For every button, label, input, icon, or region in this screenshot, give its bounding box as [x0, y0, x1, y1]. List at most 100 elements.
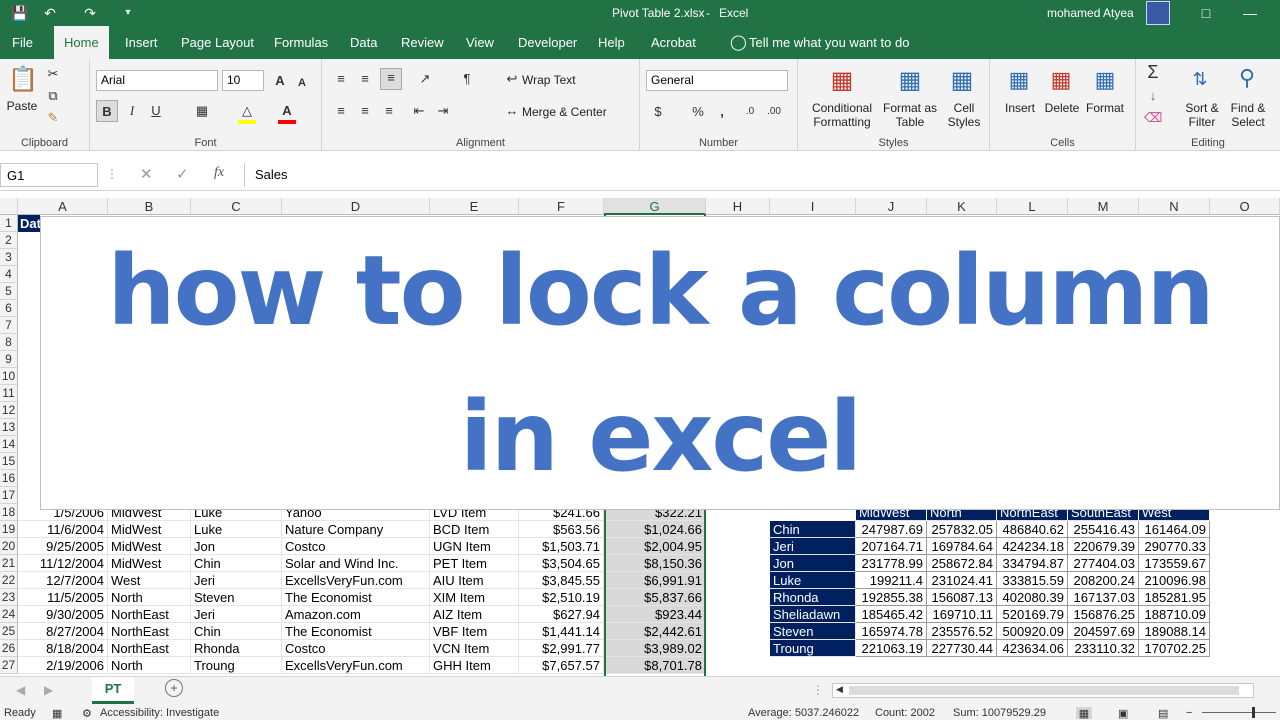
tab-insert[interactable]: Insert [115, 26, 168, 59]
pivot-value-cell[interactable]: 255416.43 [1068, 521, 1139, 538]
page-layout-view-icon[interactable]: ▣ [1118, 707, 1128, 720]
cell-a20[interactable]: 9/25/2005 [18, 538, 108, 555]
cell-e19[interactable]: BCD Item [430, 521, 519, 538]
pivot-value-cell[interactable]: 156876.25 [1068, 606, 1139, 623]
align-left-icon[interactable]: ≡ [332, 102, 350, 120]
pivot-value-cell[interactable]: 169784.64 [927, 538, 997, 555]
format-cells-icon[interactable]: ▦ [1090, 65, 1120, 95]
pivot-value-cell[interactable]: 173559.67 [1139, 555, 1210, 572]
ribbon-display-icon[interactable]: □ [1196, 3, 1216, 23]
clear-icon[interactable]: ⌫ [1144, 109, 1162, 127]
cell-a21[interactable]: 11/12/2004 [18, 555, 108, 572]
pivot-value-cell[interactable]: 277404.03 [1068, 555, 1139, 572]
pivot-value-cell[interactable]: 235576.52 [927, 623, 997, 640]
pivot-value-cell[interactable]: 199211.4 [856, 572, 927, 589]
pivot-value-cell[interactable]: 208200.24 [1068, 572, 1139, 589]
paste-icon[interactable]: 📋 [8, 65, 38, 95]
cell-f27[interactable]: $7,657.57 [519, 657, 604, 674]
pivot-value-cell[interactable]: 233110.32 [1068, 640, 1139, 657]
find-select-button[interactable]: Find & Select [1226, 101, 1270, 129]
shrink-font-icon[interactable]: A [294, 74, 310, 92]
avatar[interactable] [1146, 1, 1170, 25]
pivot-row-label[interactable]: Luke [770, 572, 856, 589]
conditional-formatting-button[interactable]: Conditional Formatting [808, 101, 876, 129]
row-header-16[interactable]: 16 [0, 470, 18, 487]
zoom-slider[interactable] [1202, 707, 1276, 718]
zoom-slider-thumb[interactable] [1252, 707, 1255, 718]
cell-d21[interactable]: Solar and Wind Inc. [282, 555, 430, 572]
cell-d23[interactable]: The Economist [282, 589, 430, 606]
add-sheet-icon[interactable]: + [165, 679, 183, 697]
sort-filter-button[interactable]: Sort & Filter [1180, 101, 1224, 129]
cell-b25[interactable]: NorthEast [108, 623, 191, 640]
next-sheet-icon[interactable]: ▶ [44, 683, 53, 697]
row-header-7[interactable]: 7 [0, 317, 18, 334]
pivot-row-label[interactable]: Jeri [770, 538, 856, 555]
cell-c23[interactable]: Steven [191, 589, 282, 606]
tab-home[interactable]: Home [54, 26, 109, 59]
cell-b21[interactable]: MidWest [108, 555, 191, 572]
cell-g27[interactable]: $8,701.78 [604, 657, 706, 674]
pivot-value-cell[interactable]: 227730.44 [927, 640, 997, 657]
pivot-value-cell[interactable]: 156087.13 [927, 589, 997, 606]
row-header-13[interactable]: 13 [0, 419, 18, 436]
row-header-25[interactable]: 25 [0, 623, 18, 640]
tab-data[interactable]: Data [340, 26, 387, 59]
minimize-icon[interactable]: — [1240, 3, 1260, 23]
fill-icon[interactable]: ↓ [1144, 87, 1162, 105]
number-format-select[interactable]: General [646, 70, 788, 91]
pivot-row-label[interactable]: Troung [770, 640, 856, 657]
align-right-icon[interactable]: ≡ [380, 102, 398, 120]
cell-b19[interactable]: MidWest [108, 521, 191, 538]
cell-c21[interactable]: Chin [191, 555, 282, 572]
font-name-select[interactable]: Arial [96, 70, 218, 91]
col-header-d[interactable]: D [282, 198, 430, 215]
cell-e22[interactable]: AIU Item [430, 572, 519, 589]
font-color-icon[interactable]: A [278, 102, 296, 124]
tab-formulas[interactable]: Formulas [264, 26, 338, 59]
pivot-value-cell[interactable]: 165974.78 [856, 623, 927, 640]
wrap-text-button[interactable]: Wrap Text [522, 73, 576, 87]
col-header-i[interactable]: I [770, 198, 856, 215]
accessibility-icon[interactable]: ⚙ [82, 707, 92, 720]
conditional-formatting-icon[interactable]: ▦ [826, 65, 858, 97]
increase-indent-icon[interactable]: ⇥ [434, 102, 452, 120]
cell-d26[interactable]: Costco [282, 640, 430, 657]
cell-d19[interactable]: Nature Company [282, 521, 430, 538]
col-header-n[interactable]: N [1139, 198, 1210, 215]
insert-cells-icon[interactable]: ▦ [1004, 65, 1034, 95]
currency-icon[interactable]: $ [650, 103, 666, 121]
sheet-tab-pt[interactable]: PT [92, 677, 134, 704]
cell-g24[interactable]: $923.44 [604, 606, 706, 623]
row-header-27[interactable]: 27 [0, 657, 18, 674]
sort-filter-icon[interactable]: ⇅ [1186, 65, 1214, 93]
cell-f23[interactable]: $2,510.19 [519, 589, 604, 606]
col-header-m[interactable]: M [1068, 198, 1139, 215]
pivot-value-cell[interactable]: 333815.59 [997, 572, 1068, 589]
pivot-value-cell[interactable]: 167137.03 [1068, 589, 1139, 606]
row-header-15[interactable]: 15 [0, 453, 18, 470]
font-size-select[interactable]: 10 [222, 70, 264, 91]
italic-icon[interactable]: I [124, 102, 140, 120]
row-header-8[interactable]: 8 [0, 334, 18, 351]
insert-function-icon[interactable]: fx [214, 165, 232, 181]
col-header-o[interactable]: O [1210, 198, 1280, 215]
bottom-align-icon[interactable]: ≡ [380, 68, 402, 90]
cell-b22[interactable]: West [108, 572, 191, 589]
pivot-value-cell[interactable]: 290770.33 [1139, 538, 1210, 555]
format-painter-icon[interactable]: ✎ [44, 109, 62, 127]
row-header-12[interactable]: 12 [0, 402, 18, 419]
paste-button[interactable]: Paste [4, 99, 40, 113]
prev-sheet-icon[interactable]: ◀ [16, 683, 25, 697]
customize-toolbar-icon[interactable]: ▾ [118, 3, 138, 23]
comma-icon[interactable]: , [714, 103, 730, 121]
tab-acrobat[interactable]: Acrobat [641, 26, 706, 59]
col-header-e[interactable]: E [430, 198, 519, 215]
cell-g23[interactable]: $5,837.66 [604, 589, 706, 606]
page-break-view-icon[interactable]: ▤ [1158, 707, 1168, 720]
cell-f21[interactable]: $3,504.65 [519, 555, 604, 572]
cell-c20[interactable]: Jon [191, 538, 282, 555]
pivot-row-label[interactable]: Steven [770, 623, 856, 640]
merge-center-button[interactable]: Merge & Center [522, 105, 607, 119]
pivot-value-cell[interactable]: 188710.09 [1139, 606, 1210, 623]
